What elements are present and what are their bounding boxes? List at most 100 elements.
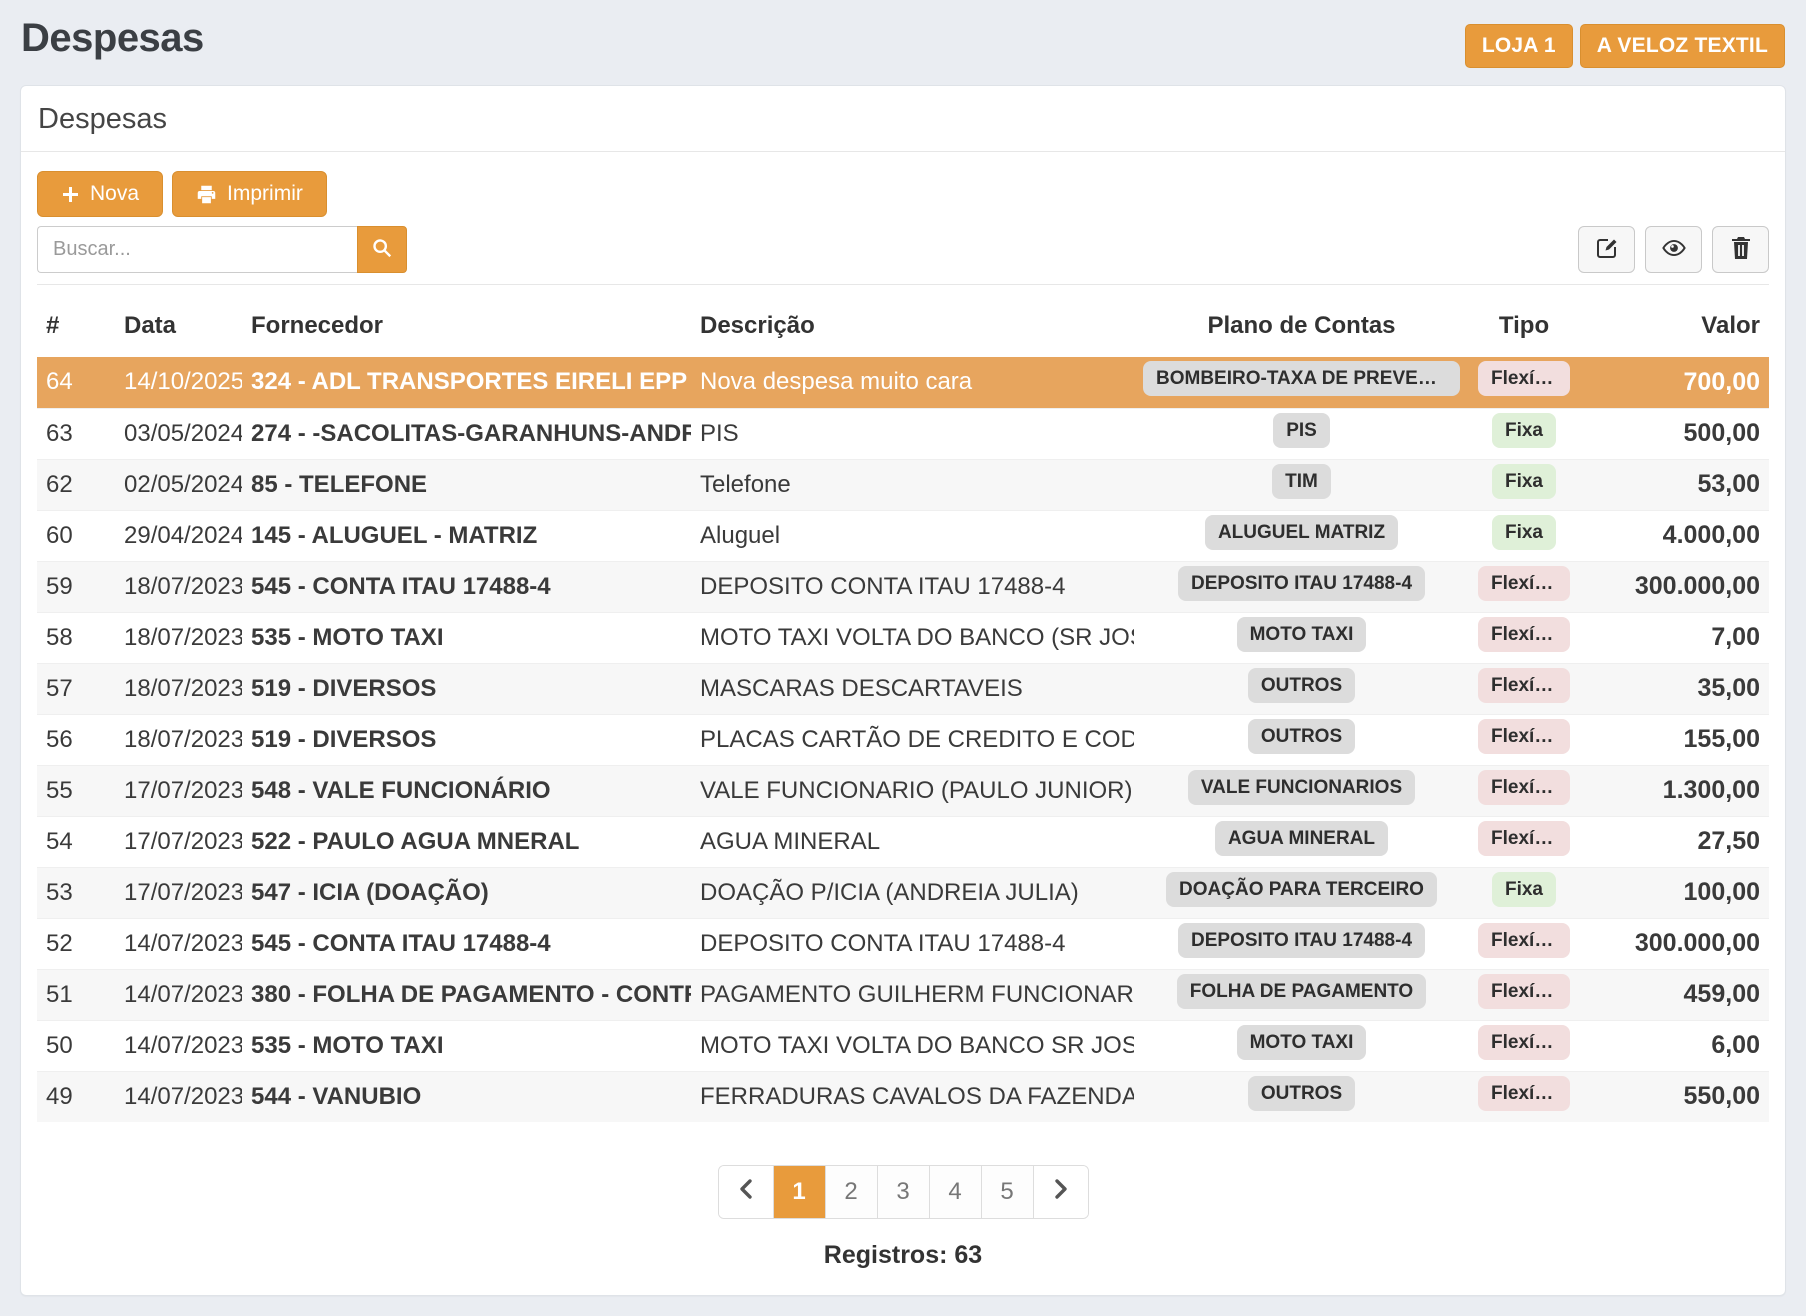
row-supplier: 380 - FOLHA DE PAGAMENTO - CONTRA-CH… [242, 969, 691, 1020]
row-type: Flexível [1469, 765, 1579, 816]
row-id: 57 [37, 663, 115, 714]
search-group [37, 226, 407, 273]
company-button[interactable]: A VELOZ TEXTIL [1580, 24, 1785, 68]
row-type: Flexível [1469, 663, 1579, 714]
row-plan: AGUA MINERAL [1134, 816, 1469, 867]
row-description: DEPOSITO CONTA ITAU 17488-4 [691, 918, 1134, 969]
plan-badge: FOLHA DE PAGAMENTO [1177, 974, 1426, 1009]
column-header: Descrição [691, 285, 1134, 357]
type-badge: Flexível [1478, 923, 1570, 958]
search-icon [371, 237, 393, 262]
topbar-buttons: LOJA 1 A VELOZ TEXTIL [1465, 24, 1785, 68]
row-date: 18/07/2023 [115, 663, 242, 714]
plan-badge: OUTROS [1248, 1076, 1355, 1111]
table-row[interactable]: 52 14/07/2023 545 - CONTA ITAU 17488-4 D… [37, 918, 1769, 969]
expenses-card: Despesas Nova Imprimir [20, 85, 1786, 1296]
row-id: 51 [37, 969, 115, 1020]
row-date: 14/07/2023 [115, 1071, 242, 1122]
row-type: Flexível [1469, 612, 1579, 663]
column-header: Fornecedor [242, 285, 691, 357]
table-row[interactable]: 62 02/05/2024 85 - TELEFONE Telefone TIM… [37, 459, 1769, 510]
row-type: Flexível [1469, 1071, 1579, 1122]
pagination-page[interactable]: 3 [877, 1166, 929, 1218]
pagination-page[interactable]: 5 [981, 1166, 1033, 1218]
plan-badge: TIM [1272, 464, 1331, 499]
table-row[interactable]: 56 18/07/2023 519 - DIVERSOS PLACAS CART… [37, 714, 1769, 765]
pagination-page[interactable]: 1 [773, 1166, 825, 1218]
row-value: 6,00 [1579, 1020, 1769, 1071]
delete-button[interactable] [1712, 226, 1769, 273]
page-title: Despesas [21, 16, 204, 60]
table-row[interactable]: 57 18/07/2023 519 - DIVERSOS MASCARAS DE… [37, 663, 1769, 714]
table-row[interactable]: 58 18/07/2023 535 - MOTO TAXI MOTO TAXI … [37, 612, 1769, 663]
store-button[interactable]: LOJA 1 [1465, 24, 1573, 68]
row-id: 53 [37, 867, 115, 918]
type-badge: Flexível [1478, 974, 1570, 1009]
row-date: 18/07/2023 [115, 561, 242, 612]
row-id: 56 [37, 714, 115, 765]
card-title: Despesas [21, 86, 1785, 152]
row-plan: OUTROS [1134, 663, 1469, 714]
row-value: 300.000,00 [1579, 561, 1769, 612]
row-id: 55 [37, 765, 115, 816]
card-body: Nova Imprimir [21, 152, 1785, 1270]
print-button[interactable]: Imprimir [172, 171, 327, 217]
pagination-page[interactable]: 4 [929, 1166, 981, 1218]
type-badge: Fixa [1492, 413, 1556, 448]
pagination-next[interactable] [1033, 1166, 1088, 1218]
row-value: 27,50 [1579, 816, 1769, 867]
pagination-page[interactable]: 2 [825, 1166, 877, 1218]
plan-badge: DEPOSITO ITAU 17488-4 [1178, 566, 1425, 601]
table-row[interactable]: 51 14/07/2023 380 - FOLHA DE PAGAMENTO -… [37, 969, 1769, 1020]
type-badge: Fixa [1492, 515, 1556, 550]
table-row[interactable]: 60 29/04/2024 145 - ALUGUEL - MATRIZ Alu… [37, 510, 1769, 561]
row-description: PIS [691, 408, 1134, 459]
row-plan: MOTO TAXI [1134, 1020, 1469, 1071]
row-plan: BOMBEIRO-TAXA DE PREVEN … [1134, 357, 1469, 408]
search-row [37, 226, 1769, 273]
plan-badge: BOMBEIRO-TAXA DE PREVEN … [1143, 361, 1460, 396]
chevron-right-icon [1052, 1178, 1070, 1207]
plan-badge: PIS [1273, 413, 1330, 448]
row-value: 300.000,00 [1579, 918, 1769, 969]
row-date: 03/05/2024 [115, 408, 242, 459]
column-header: Data [115, 285, 242, 357]
row-date: 29/04/2024 [115, 510, 242, 561]
row-supplier: 545 - CONTA ITAU 17488-4 [242, 918, 691, 969]
table-body: 64 14/10/2025 324 - ADL TRANSPORTES EIRE… [37, 357, 1769, 1122]
type-badge: Flexível [1478, 617, 1570, 652]
row-plan: DEPOSITO ITAU 17488-4 [1134, 918, 1469, 969]
row-supplier: 145 - ALUGUEL - MATRIZ [242, 510, 691, 561]
table-row[interactable]: 63 03/05/2024 274 - -SACOLITAS-GARANHUNS… [37, 408, 1769, 459]
pagination: 12345 [718, 1165, 1089, 1219]
table-row[interactable]: 49 14/07/2023 544 - VANUBIO FERRADURAS C… [37, 1071, 1769, 1122]
row-date: 14/07/2023 [115, 969, 242, 1020]
row-value: 7,00 [1579, 612, 1769, 663]
table-row[interactable]: 53 17/07/2023 547 - ICIA (DOAÇÃO) DOAÇÃO… [37, 867, 1769, 918]
search-input[interactable] [37, 226, 357, 273]
table-row[interactable]: 50 14/07/2023 535 - MOTO TAXI MOTO TAXI … [37, 1020, 1769, 1071]
row-type: Fixa [1469, 408, 1579, 459]
search-button[interactable] [357, 226, 407, 273]
table-row[interactable]: 55 17/07/2023 548 - VALE FUNCIONÁRIO VAL… [37, 765, 1769, 816]
table-row[interactable]: 64 14/10/2025 324 - ADL TRANSPORTES EIRE… [37, 357, 1769, 408]
type-badge: Flexível [1478, 668, 1570, 703]
row-type: Flexível [1469, 357, 1579, 408]
row-description: FERRADURAS CAVALOS DA FAZENDA [691, 1071, 1134, 1122]
table-row[interactable]: 59 18/07/2023 545 - CONTA ITAU 17488-4 D… [37, 561, 1769, 612]
type-badge: Flexível [1478, 821, 1570, 856]
pagination-prev[interactable] [719, 1166, 773, 1218]
row-description: PAGAMENTO GUILHERM FUNCIONARIO 10 DIAS [691, 969, 1134, 1020]
table-row[interactable]: 54 17/07/2023 522 - PAULO AGUA MNERAL AG… [37, 816, 1769, 867]
edit-button[interactable] [1578, 226, 1635, 273]
records-count: Registros: 63 [37, 1241, 1769, 1270]
type-badge: Fixa [1492, 872, 1556, 907]
new-expense-button[interactable]: Nova [37, 171, 163, 217]
view-button[interactable] [1645, 226, 1702, 273]
row-supplier: 519 - DIVERSOS [242, 714, 691, 765]
row-supplier: 547 - ICIA (DOAÇÃO) [242, 867, 691, 918]
row-value: 500,00 [1579, 408, 1769, 459]
row-type: Flexível [1469, 918, 1579, 969]
type-badge: Flexível [1478, 719, 1570, 754]
expenses-table: #DataFornecedorDescriçãoPlano de ContasT… [37, 285, 1769, 1122]
